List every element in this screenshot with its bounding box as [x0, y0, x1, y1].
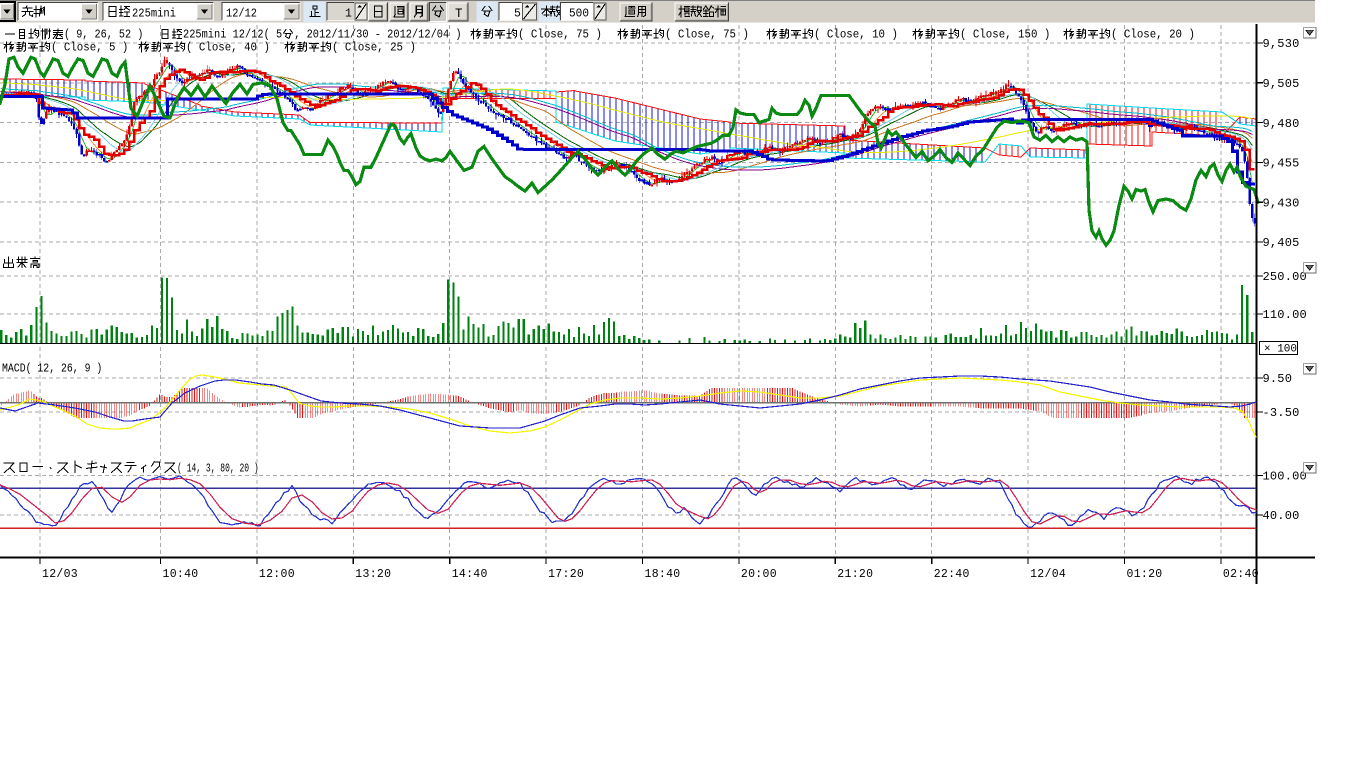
svg-text:9,530: 9,530	[1263, 37, 1300, 51]
svg-text:12/03: 12/03	[42, 568, 78, 581]
svg-text:( 9, 26, 52 ): ( 9, 26, 52 )	[64, 29, 143, 42]
svg-text:( Close, 150 ): ( Close, 150 )	[960, 29, 1050, 42]
svg-text:12/12: 12/12	[226, 8, 257, 21]
svg-text:9,405: 9,405	[1263, 236, 1300, 250]
svg-text:01:20: 01:20	[1127, 568, 1163, 581]
svg-text:10:40: 10:40	[163, 568, 199, 581]
svg-text:9.50: 9.50	[1263, 372, 1293, 386]
svg-text:12:00: 12:00	[259, 568, 295, 581]
svg-text:, 2012/11/30 - 2012/12/04 ): , 2012/11/30 - 2012/12/04 )	[294, 29, 461, 42]
svg-text:T: T	[455, 7, 463, 21]
svg-text:225mini 12/12( 5: 225mini 12/12( 5	[183, 29, 282, 42]
svg-text:21:20: 21:20	[837, 568, 873, 581]
svg-text:( Close, 5 ): ( Close, 5 )	[51, 42, 128, 55]
svg-text:( Close, 75 ): ( Close, 75 )	[665, 29, 749, 42]
svg-text:9,430: 9,430	[1263, 196, 1300, 210]
svg-text:( 14, 3, 80, 20 ): ( 14, 3, 80, 20 )	[177, 463, 259, 476]
svg-text:225mini: 225mini	[132, 8, 176, 21]
svg-text:MACD( 12, 26, 9 ): MACD( 12, 26, 9 )	[2, 363, 102, 376]
svg-text:5: 5	[514, 8, 521, 21]
svg-text:40.00: 40.00	[1263, 509, 1300, 523]
svg-text:17:20: 17:20	[548, 568, 584, 581]
svg-text:-3.50: -3.50	[1263, 406, 1300, 420]
svg-text:250.00: 250.00	[1263, 270, 1307, 284]
svg-text:1: 1	[345, 8, 352, 21]
svg-text:( Close, 75 ): ( Close, 75 )	[518, 29, 602, 42]
svg-text:( Close, 20 ): ( Close, 20 )	[1111, 29, 1195, 42]
svg-text:02:40: 02:40	[1223, 568, 1259, 581]
svg-text:( Close, 40 ): ( Close, 40 )	[186, 42, 270, 55]
svg-text:9,505: 9,505	[1263, 77, 1300, 91]
svg-text:500: 500	[569, 8, 589, 21]
svg-text:9,455: 9,455	[1263, 157, 1300, 171]
svg-text:20:00: 20:00	[741, 568, 777, 581]
svg-text:18:40: 18:40	[645, 568, 681, 581]
svg-text:( Close, 25 ): ( Close, 25 )	[332, 42, 416, 55]
svg-text:100.00: 100.00	[1263, 470, 1307, 484]
svg-text:13:20: 13:20	[355, 568, 391, 581]
svg-text:12/04: 12/04	[1030, 568, 1066, 581]
svg-text:9,480: 9,480	[1263, 117, 1300, 131]
svg-text:× 100: × 100	[1264, 344, 1297, 356]
svg-text:110.00: 110.00	[1263, 308, 1307, 322]
svg-text:( Close, 10 ): ( Close, 10 )	[814, 29, 898, 42]
svg-text:22:40: 22:40	[934, 568, 970, 581]
svg-text:14:40: 14:40	[452, 568, 488, 581]
